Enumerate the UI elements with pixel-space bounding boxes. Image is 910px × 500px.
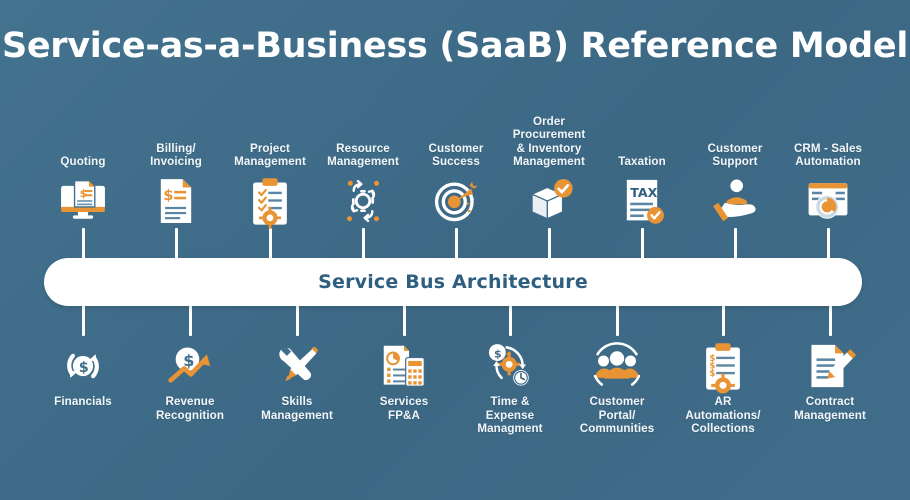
connector-top-0 xyxy=(81,228,85,260)
capability-top-resource-management[interactable]: Resource Management xyxy=(311,96,415,228)
capability-bottom-financials[interactable]: $ Financials xyxy=(31,339,135,459)
connector-bottom-4 xyxy=(508,304,512,336)
svg-text:TAX: TAX xyxy=(630,185,657,200)
contract-sign-icon xyxy=(803,339,857,393)
capability-bottom-ar-automations-collections[interactable]: $ $ $ AR Automations/ Collections xyxy=(671,339,775,459)
connector-bottom-7 xyxy=(828,304,832,336)
support-hand-icon xyxy=(708,174,762,228)
capability-top-customer-support[interactable]: Customer Support xyxy=(683,96,787,228)
monitor-invoice-icon: $ xyxy=(56,174,110,228)
invoice-document-icon: $ xyxy=(149,174,203,228)
capability-bottom-time-expense-managment[interactable]: $ Time & Expense Managment xyxy=(458,339,562,459)
time-expense-icon: $ xyxy=(483,339,537,393)
capability-label: Services FP&A xyxy=(379,395,429,422)
capability-label: Customer Success xyxy=(428,141,484,169)
capability-top-quoting[interactable]: Quoting $ xyxy=(31,96,135,228)
capability-label: Customer Support xyxy=(707,141,763,169)
service-bus-label: Service Bus Architecture xyxy=(318,271,588,293)
connector-top-1 xyxy=(174,228,178,260)
diagram-canvas: Service-as-a-Business (SaaB) Reference M… xyxy=(0,0,910,500)
capability-label: AR Automations/ Collections xyxy=(685,395,761,436)
connector-top-8 xyxy=(826,228,830,260)
service-bus-architecture[interactable]: Service Bus Architecture xyxy=(44,258,862,306)
capability-bottom-skills-management[interactable]: Skills Management xyxy=(245,339,349,459)
capability-top-customer-success[interactable]: Customer Success xyxy=(404,96,508,228)
report-calculator-icon xyxy=(377,339,431,393)
capability-label: Skills Management xyxy=(261,395,333,422)
target-dart-icon xyxy=(429,174,483,228)
svg-text:$: $ xyxy=(494,348,502,361)
capability-top-taxation[interactable]: Taxation TAX xyxy=(590,96,694,228)
capability-label: Taxation xyxy=(618,155,666,169)
dollar-growth-icon: $ xyxy=(163,339,217,393)
connector-top-4 xyxy=(454,228,458,260)
capability-bottom-services-fp-a[interactable]: Services FP&A xyxy=(352,339,456,459)
connector-bottom-1 xyxy=(188,304,192,336)
dollar-refresh-icon: $ xyxy=(56,339,110,393)
clipboard-gear-icon xyxy=(243,174,297,229)
svg-text:$: $ xyxy=(163,188,173,204)
capability-label: CRM - Sales Automation xyxy=(793,141,863,169)
connector-top-6 xyxy=(640,228,644,260)
connector-top-5 xyxy=(547,228,551,260)
capability-top-order-procurement-inventory-management[interactable]: Order Procurement & Inventory Management xyxy=(497,96,601,228)
capability-label: Customer Portal/ Communities xyxy=(579,395,655,436)
clipboard-money-icon: $ $ $ xyxy=(696,339,750,394)
connector-bottom-0 xyxy=(81,304,85,336)
crm-dashboard-icon xyxy=(801,174,855,228)
connector-bottom-3 xyxy=(402,304,406,336)
capability-label: Revenue Recognition xyxy=(155,395,225,422)
connector-top-7 xyxy=(733,228,737,260)
capability-label: Order Procurement & Inventory Management xyxy=(512,114,586,169)
connector-bottom-5 xyxy=(615,304,619,336)
capability-bottom-customer-portal-communities[interactable]: Customer Portal/ Communities xyxy=(565,339,669,459)
capability-label: Billing/ Invoicing xyxy=(150,141,202,169)
svg-text:$: $ xyxy=(80,187,88,200)
capability-top-crm-sales-automation[interactable]: CRM - Sales Automation xyxy=(776,96,880,228)
capability-label: Resource Management xyxy=(327,141,399,169)
svg-text:$: $ xyxy=(710,368,716,378)
capability-top-billing-invoicing[interactable]: Billing/ Invoicing $ xyxy=(124,96,228,228)
capability-label: Financials xyxy=(54,395,112,408)
capability-bottom-contract-management[interactable]: Contract Management xyxy=(778,339,882,459)
connector-top-2 xyxy=(268,228,272,260)
workflow-gear-icon xyxy=(336,174,390,228)
box-check-icon xyxy=(522,174,576,228)
capability-bottom-revenue-recognition[interactable]: $ Revenue Recognition xyxy=(138,339,242,459)
wrench-pencil-icon xyxy=(270,339,324,393)
capability-label: Quoting xyxy=(60,155,106,169)
capability-label: Contract Management xyxy=(794,395,866,422)
connector-bottom-6 xyxy=(721,304,725,336)
connector-top-3 xyxy=(361,228,365,260)
capability-label: Project Management xyxy=(234,141,306,169)
capability-label: Time & Expense Managment xyxy=(477,395,543,436)
tax-document-icon: TAX xyxy=(615,174,669,228)
connector-bottom-2 xyxy=(295,304,299,336)
svg-text:$: $ xyxy=(79,360,89,376)
page-title: Service-as-a-Business (SaaB) Reference M… xyxy=(1,26,909,66)
capability-top-project-management[interactable]: Project Management xyxy=(218,96,322,229)
people-group-icon xyxy=(590,339,644,393)
